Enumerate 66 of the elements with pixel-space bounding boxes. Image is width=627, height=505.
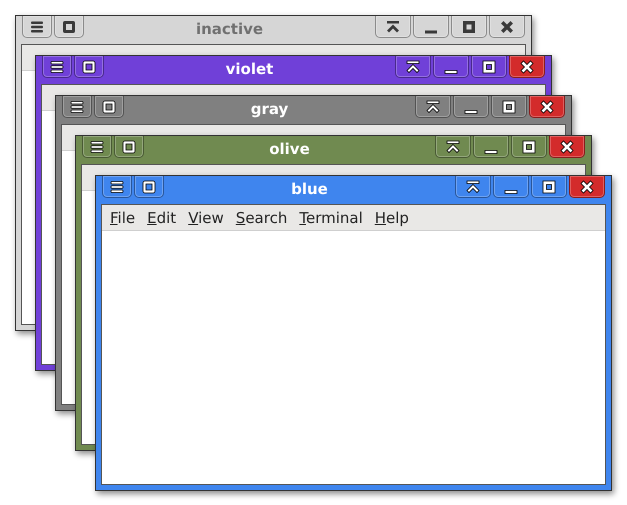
menu-icon [29,18,45,34]
minimize-icon [463,110,479,114]
raise-button[interactable] [435,136,471,158]
minimize-button[interactable] [493,176,529,198]
raise-icon [425,98,441,114]
maximize-icon [541,178,557,194]
window-title: violet [226,59,274,80]
menu-item[interactable]: Help [374,208,409,228]
minimize-icon [443,70,459,74]
raise-icon [405,58,421,74]
minimize-button[interactable] [473,136,509,158]
menu-icon [49,58,65,74]
menu-item[interactable]: Search [236,208,288,228]
close-icon [579,178,595,194]
window-title: gray [250,99,288,120]
window-menu-button[interactable] [22,16,52,38]
raise-button[interactable] [455,176,491,198]
window-options-button[interactable] [114,136,144,158]
maximize-button[interactable] [531,176,567,198]
minimize-button[interactable] [453,96,489,118]
minimize-button[interactable] [433,56,469,78]
maximize-button[interactable] [451,16,487,38]
close-icon [539,98,555,114]
menu-item[interactable]: File [110,208,136,228]
window-options-button[interactable] [54,16,84,38]
close-icon [499,18,515,34]
maximize-icon [481,58,497,74]
maximize-icon [461,18,477,34]
window-options-button[interactable] [74,56,104,78]
menu-icon [69,98,85,114]
minimize-icon [483,150,499,154]
close-button[interactable] [569,176,605,198]
window-title: blue [291,179,328,200]
window-menu-button[interactable] [82,136,112,158]
raise-icon [385,18,401,34]
window-options-button[interactable] [94,96,124,118]
raise-icon [465,178,481,194]
menu-item[interactable]: View [188,208,224,228]
minimize-icon [503,190,519,194]
minimize-icon [423,30,439,34]
menu-icon [89,138,105,154]
close-button[interactable] [509,56,545,78]
window-title: olive [269,139,310,160]
maximize-button[interactable] [491,96,527,118]
maximize-button[interactable] [511,136,547,158]
close-icon [519,58,535,74]
close-button[interactable] [549,136,585,158]
close-button[interactable] [489,16,525,38]
menu-item[interactable]: Terminal [299,208,363,228]
window-menu-button[interactable] [102,176,132,198]
raise-button[interactable] [395,56,431,78]
window-menu-button[interactable] [42,56,72,78]
raise-button[interactable] [375,16,411,38]
maximize-icon [521,138,537,154]
close-icon [559,138,575,154]
close-button[interactable] [529,96,565,118]
minimize-button[interactable] [413,16,449,38]
raise-icon [445,138,461,154]
menu-item[interactable]: Edit [147,208,176,228]
window-options-button[interactable] [134,176,164,198]
maximize-icon [501,98,517,114]
window-menu-button[interactable] [62,96,92,118]
maximize-button[interactable] [471,56,507,78]
window-title: inactive [196,19,264,40]
raise-button[interactable] [415,96,451,118]
menu-icon [109,178,125,194]
